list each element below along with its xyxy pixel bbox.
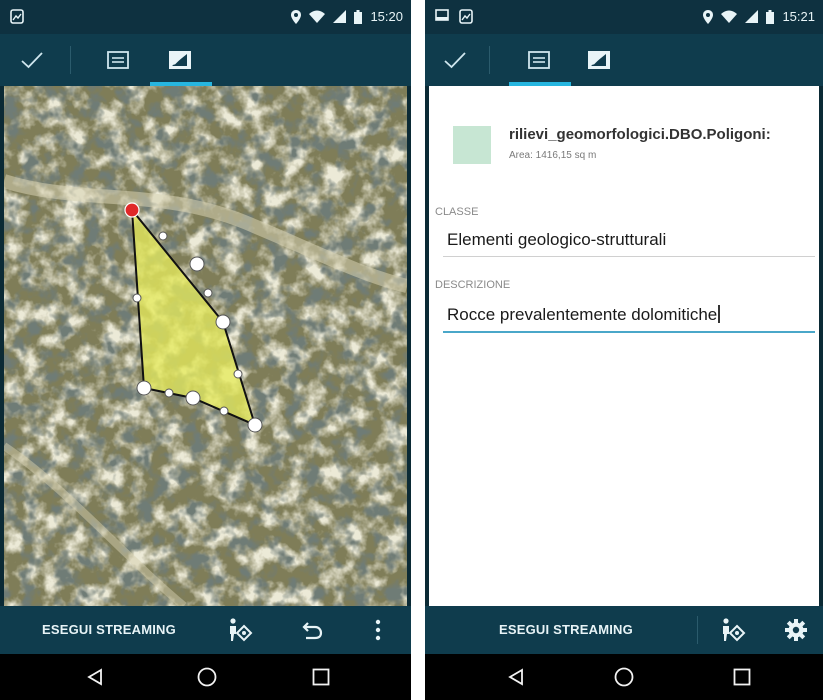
map-canvas[interactable] xyxy=(4,86,407,606)
geometry-tab-icon xyxy=(169,51,191,69)
gps-locate-icon xyxy=(723,618,746,642)
location-pin-icon xyxy=(703,9,714,24)
stream-button[interactable]: ESEGUI STREAMING xyxy=(499,622,633,637)
gps-locate-button[interactable] xyxy=(222,614,256,646)
geometry-tab-icon xyxy=(588,51,610,69)
recents-button[interactable] xyxy=(729,664,755,690)
selected-vertex[interactable] xyxy=(124,202,140,218)
recents-icon xyxy=(733,668,751,686)
undo-button[interactable] xyxy=(296,614,328,646)
action-bar xyxy=(0,34,411,86)
classe-underline xyxy=(443,256,815,257)
home-button[interactable] xyxy=(611,664,637,690)
divider xyxy=(697,616,698,644)
back-icon xyxy=(508,668,523,686)
attributes-tab-icon xyxy=(528,51,550,69)
status-time: 15:21 xyxy=(782,9,815,24)
image-icon xyxy=(10,9,24,24)
confirm-button[interactable] xyxy=(435,34,475,86)
tab-geometry[interactable] xyxy=(577,34,621,86)
tab-attributes[interactable] xyxy=(96,34,140,86)
tab-attributes[interactable] xyxy=(509,34,569,86)
signal-icon xyxy=(745,10,759,23)
settings-button[interactable] xyxy=(781,614,811,646)
divider xyxy=(489,46,490,74)
descrizione-value: Rocce prevalentemente dolomitiche xyxy=(447,305,718,324)
bottom-toolbar: ESEGUI STREAMING xyxy=(425,606,823,654)
overflow-menu-icon xyxy=(375,619,381,641)
image-icon xyxy=(459,9,473,24)
battery-icon xyxy=(354,9,363,24)
settings-gear-icon xyxy=(785,619,807,641)
status-bar: 15:21 xyxy=(425,0,823,34)
location-pin-icon xyxy=(291,9,302,24)
battery-icon xyxy=(766,9,775,24)
check-icon xyxy=(21,52,43,69)
recents-button[interactable] xyxy=(308,664,334,690)
check-icon xyxy=(444,52,466,69)
right-screen: 15:21 rilievi_geomorfologici.DBO.Poligon… xyxy=(425,0,823,700)
descrizione-field[interactable]: Rocce prevalentemente dolomitiche xyxy=(447,305,720,325)
overflow-menu-button[interactable] xyxy=(368,614,388,646)
home-button[interactable] xyxy=(194,664,220,690)
action-bar xyxy=(425,34,823,86)
field-label-descrizione: DESCRIZIONE xyxy=(435,279,511,291)
satellite-map[interactable] xyxy=(4,86,407,606)
wifi-icon xyxy=(721,10,738,23)
gps-locate-button[interactable] xyxy=(715,614,749,646)
layer-name: rilievi_geomorfologici.DBO.Poligoni: xyxy=(509,126,771,143)
descrizione-underline xyxy=(443,331,815,333)
status-bar: 15:20 xyxy=(0,0,411,34)
undo-icon xyxy=(302,622,323,640)
divider xyxy=(70,46,71,74)
classe-field[interactable]: Elementi geologico-strutturali xyxy=(447,230,666,250)
back-button[interactable] xyxy=(503,664,529,690)
field-label-classe: CLASSE xyxy=(435,206,479,218)
stream-button[interactable]: ESEGUI STREAMING xyxy=(42,622,176,637)
attributes-tab-icon xyxy=(107,51,129,69)
recents-icon xyxy=(312,668,330,686)
wifi-icon xyxy=(309,10,326,23)
back-icon xyxy=(87,668,102,686)
signal-icon xyxy=(333,10,347,23)
tab-geometry[interactable] xyxy=(150,34,210,86)
navigation-bar xyxy=(425,654,823,700)
confirm-button[interactable] xyxy=(12,34,52,86)
home-icon xyxy=(614,667,634,687)
status-time: 15:20 xyxy=(370,9,403,24)
attribute-form: rilievi_geomorfologici.DBO.Poligoni: Are… xyxy=(429,86,819,606)
layer-style-swatch xyxy=(453,126,491,164)
text-cursor xyxy=(718,305,720,323)
left-screen: 15:20 ESEGUI STREAMING xyxy=(0,0,411,700)
bottom-toolbar: ESEGUI STREAMING xyxy=(0,606,411,654)
back-button[interactable] xyxy=(82,664,108,690)
gps-locate-icon xyxy=(230,618,253,642)
feature-area: Area: 1416,15 sq m xyxy=(509,150,597,161)
home-icon xyxy=(197,667,217,687)
navigation-bar xyxy=(0,654,411,700)
screenshot-icon xyxy=(435,9,449,21)
